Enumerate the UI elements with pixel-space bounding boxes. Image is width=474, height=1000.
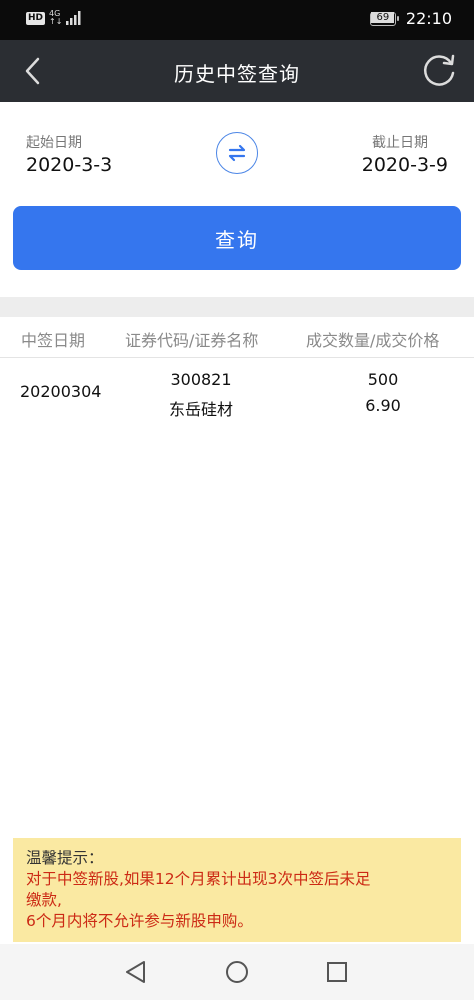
swap-arrows-icon <box>228 144 246 162</box>
network-indicator: 4G ↑↓ <box>49 10 62 26</box>
tip-line-2: 缴款, <box>26 891 62 909</box>
hd-badge: HD <box>26 11 46 25</box>
circle-home-icon <box>226 961 248 983</box>
end-date-value[interactable]: 2020-3-9 <box>362 154 448 176</box>
signal-icon <box>66 11 81 25</box>
battery-level: 69 <box>371 12 395 23</box>
query-button[interactable]: 查询 <box>13 206 461 270</box>
tip-line-3: 6个月内将不允许参与新股申购。 <box>26 912 253 930</box>
refresh-button[interactable] <box>420 52 458 90</box>
start-date-value[interactable]: 2020-3-3 <box>26 154 112 176</box>
start-date-label: 起始日期 <box>26 135 82 151</box>
row-price: 6.90 <box>365 396 401 415</box>
end-date-label: 截止日期 <box>372 135 428 151</box>
row-quantity: 500 <box>367 370 399 389</box>
system-home-button[interactable] <box>223 958 251 986</box>
square-recents-icon <box>327 962 347 982</box>
status-right: 69 22:10 <box>369 9 452 28</box>
network-activity: ↑↓ <box>49 17 63 26</box>
battery-icon: 69 <box>369 11 399 26</box>
row-date: 20200304 <box>20 382 102 401</box>
header-security: 证券代码/证券名称 <box>125 331 259 350</box>
row-code: 300821 <box>170 370 232 389</box>
status-bar: HD 4G ↑↓ 69 22:10 <box>0 0 474 40</box>
page-title: 历史中签查询 <box>174 62 300 86</box>
triangle-back-icon <box>126 961 145 983</box>
swap-dates-button[interactable] <box>216 132 258 174</box>
row-name: 东岳硅材 <box>168 400 233 419</box>
refresh-icon <box>424 54 455 86</box>
status-left: HD 4G ↑↓ <box>26 10 82 26</box>
nav-bar: 历史中签查询 <box>0 40 474 102</box>
header-date: 中签日期 <box>21 331 86 350</box>
header-volume-price: 成交数量/成交价格 <box>306 331 440 350</box>
warning-tip: 温馨提示： 对于中签新股,如果12个月累计出现3次中签后未足 缴款, 6个月内将… <box>13 838 461 942</box>
clock: 22:10 <box>405 9 452 28</box>
system-recents-button[interactable] <box>323 958 351 986</box>
table-header: 中签日期 证券代码/证券名称 成交数量/成交价格 <box>0 317 474 358</box>
system-nav-bar <box>0 944 474 1000</box>
tip-title: 温馨提示： <box>26 849 104 867</box>
system-back-button[interactable] <box>122 958 150 986</box>
section-divider <box>0 297 474 317</box>
tip-line-1: 对于中签新股,如果12个月累计出现3次中签后未足 <box>26 870 371 888</box>
